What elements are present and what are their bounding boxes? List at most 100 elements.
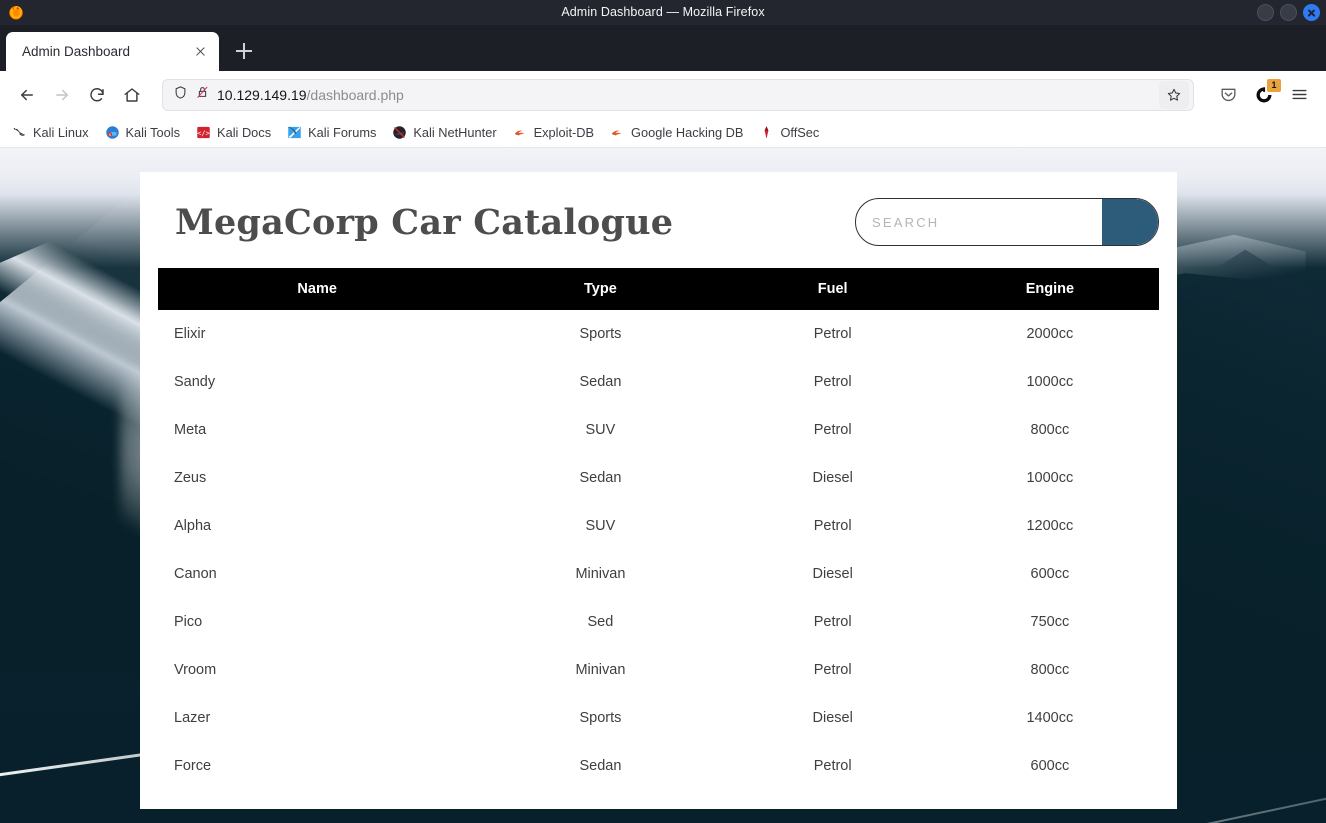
pocket-icon[interactable] bbox=[1212, 78, 1245, 111]
table-row: Alpha SUV Petrol 1200cc bbox=[158, 502, 1159, 550]
tab-admin-dashboard[interactable]: Admin Dashboard bbox=[6, 32, 219, 71]
search-button[interactable] bbox=[1102, 199, 1158, 245]
navigation-toolbar: 10.129.149.19/dashboard.php 1 bbox=[0, 71, 1326, 118]
cell-fuel: Petrol bbox=[813, 614, 852, 630]
new-tab-button[interactable] bbox=[227, 34, 261, 68]
cell-name: Alpha bbox=[174, 518, 212, 534]
forward-button bbox=[45, 78, 78, 111]
tab-strip: Admin Dashboard bbox=[0, 25, 1326, 71]
extension-icon[interactable]: 1 bbox=[1249, 78, 1281, 110]
bookmark-kali-tools[interactable]: K Kali Tools bbox=[105, 125, 181, 140]
cell-fuel: Petrol bbox=[813, 326, 852, 342]
bookmark-kali-docs[interactable]: </> Kali Docs bbox=[196, 125, 271, 140]
title-bar: Admin Dashboard — Mozilla Firefox bbox=[0, 0, 1326, 25]
cell-type: Sports bbox=[579, 326, 622, 342]
cell-engine: 800cc bbox=[1030, 422, 1070, 438]
card-header: MegaCorp Car Catalogue bbox=[158, 198, 1159, 246]
kali-tools-icon: K bbox=[105, 126, 119, 139]
table-row: Sandy Sedan Petrol 1000cc bbox=[158, 358, 1159, 406]
svg-text:K: K bbox=[109, 133, 111, 137]
catalogue-table: Name Type Fuel Engine Elixir Sports Petrol… bbox=[158, 268, 1159, 790]
column-header-name[interactable]: Name bbox=[158, 268, 477, 310]
cell-type: Minivan bbox=[575, 566, 626, 582]
table-row: Pico Sed Petrol 750cc bbox=[158, 598, 1159, 646]
cell-type: Sedan bbox=[579, 758, 622, 774]
page-title: MegaCorp Car Catalogue bbox=[175, 201, 674, 243]
bookmark-label: Kali Forums bbox=[308, 125, 377, 140]
bookmarks-bar: Kali Linux K Kali Tools </> Kali Docs Ka… bbox=[0, 118, 1326, 148]
url-path: /dashboard.php bbox=[306, 86, 404, 103]
table-row: Elixir Sports Petrol 2000cc bbox=[158, 310, 1159, 358]
address-bar[interactable]: 10.129.149.19/dashboard.php bbox=[162, 78, 1194, 111]
maximize-button[interactable] bbox=[1280, 4, 1297, 21]
cell-type: Sedan bbox=[579, 470, 622, 486]
cell-fuel: Diesel bbox=[812, 710, 853, 726]
extension-badge: 1 bbox=[1267, 78, 1281, 92]
shield-icon[interactable] bbox=[173, 85, 188, 105]
minimize-button[interactable] bbox=[1257, 4, 1274, 21]
column-header-fuel[interactable]: Fuel bbox=[724, 268, 941, 310]
table-row: Zeus Sedan Diesel 1000cc bbox=[158, 454, 1159, 502]
table-row: Vroom Minivan Petrol 800cc bbox=[158, 646, 1159, 694]
url-text[interactable]: 10.129.149.19/dashboard.php bbox=[217, 87, 1152, 103]
cell-name: Pico bbox=[174, 614, 203, 630]
cell-name: Meta bbox=[174, 422, 207, 438]
catalogue-table-wrapper: Name Type Fuel Engine Elixir Sports Petrol… bbox=[158, 268, 1159, 790]
cell-name: Lazer bbox=[174, 710, 211, 726]
offsec-icon bbox=[765, 126, 769, 139]
bookmark-kali-forums[interactable]: Kali Forums bbox=[287, 125, 376, 140]
bookmark-label: Kali Tools bbox=[125, 125, 181, 140]
close-tab-icon[interactable] bbox=[189, 41, 211, 63]
home-button[interactable] bbox=[115, 78, 148, 111]
cell-engine: 600cc bbox=[1030, 566, 1070, 582]
table-row: Force Sedan Petrol 600cc bbox=[158, 742, 1159, 790]
cell-engine: 1400cc bbox=[1026, 710, 1074, 726]
column-header-engine[interactable]: Engine bbox=[940, 268, 1159, 310]
window-title: Admin Dashboard — Mozilla Firefox bbox=[561, 5, 765, 19]
kali-docs-icon: </> bbox=[197, 126, 210, 139]
search-input[interactable] bbox=[856, 199, 1102, 245]
cell-type: SUV bbox=[585, 422, 616, 438]
kali-forums-icon bbox=[288, 126, 301, 139]
lock-crossed-icon[interactable] bbox=[195, 84, 210, 105]
browser-window: Admin Dashboard — Mozilla Firefox Admin … bbox=[0, 0, 1326, 823]
cell-name: Zeus bbox=[174, 470, 207, 486]
cell-engine: 2000cc bbox=[1026, 326, 1074, 342]
cell-fuel: Petrol bbox=[813, 758, 852, 774]
column-header-type[interactable]: Type bbox=[476, 268, 725, 310]
cell-type: Sed bbox=[587, 614, 614, 630]
window-controls bbox=[1257, 0, 1320, 25]
bookmark-exploit-db[interactable]: Exploit-DB bbox=[513, 125, 594, 140]
cell-engine: 1000cc bbox=[1026, 374, 1074, 390]
cell-name: Force bbox=[174, 758, 212, 774]
bookmark-label: Exploit-DB bbox=[533, 125, 595, 140]
bookmark-kali-nethunter[interactable]: Kali NetHunter bbox=[392, 125, 497, 140]
reload-button[interactable] bbox=[80, 78, 113, 111]
table-head: Name Type Fuel Engine bbox=[158, 268, 1159, 310]
table-header-row: Name Type Fuel Engine bbox=[158, 268, 1159, 310]
cell-fuel: Petrol bbox=[813, 422, 852, 438]
bookmark-google-hacking-db[interactable]: Google Hacking DB bbox=[610, 125, 743, 140]
cell-name: Sandy bbox=[174, 374, 216, 390]
bookmark-kali-linux[interactable]: Kali Linux bbox=[12, 125, 89, 140]
back-button[interactable] bbox=[10, 78, 43, 111]
hamburger-menu-icon[interactable] bbox=[1283, 78, 1316, 111]
tab-title: Admin Dashboard bbox=[22, 44, 131, 59]
exploit-db-icon bbox=[514, 130, 524, 136]
catalogue-card: MegaCorp Car Catalogue Name Type Fuel En… bbox=[140, 172, 1177, 809]
table-row: Meta SUV Petrol 800cc bbox=[158, 406, 1159, 454]
bookmark-label: Kali Docs bbox=[217, 125, 272, 140]
cell-fuel: Diesel bbox=[812, 470, 853, 486]
close-button[interactable] bbox=[1303, 4, 1320, 21]
cell-engine: 800cc bbox=[1030, 662, 1070, 678]
cell-fuel: Diesel bbox=[812, 566, 853, 582]
cell-engine: 1200cc bbox=[1026, 518, 1074, 534]
cell-type: Minivan bbox=[575, 662, 626, 678]
bookmark-star-icon[interactable] bbox=[1159, 80, 1189, 109]
cell-fuel: Petrol bbox=[813, 518, 852, 534]
google-hacking-db-icon bbox=[611, 130, 622, 136]
bookmark-label: Kali Linux bbox=[33, 125, 89, 140]
bookmark-offsec[interactable]: OffSec bbox=[759, 125, 819, 140]
table-row: Canon Minivan Diesel 600cc bbox=[158, 550, 1159, 598]
bookmark-label: OffSec bbox=[780, 125, 820, 140]
